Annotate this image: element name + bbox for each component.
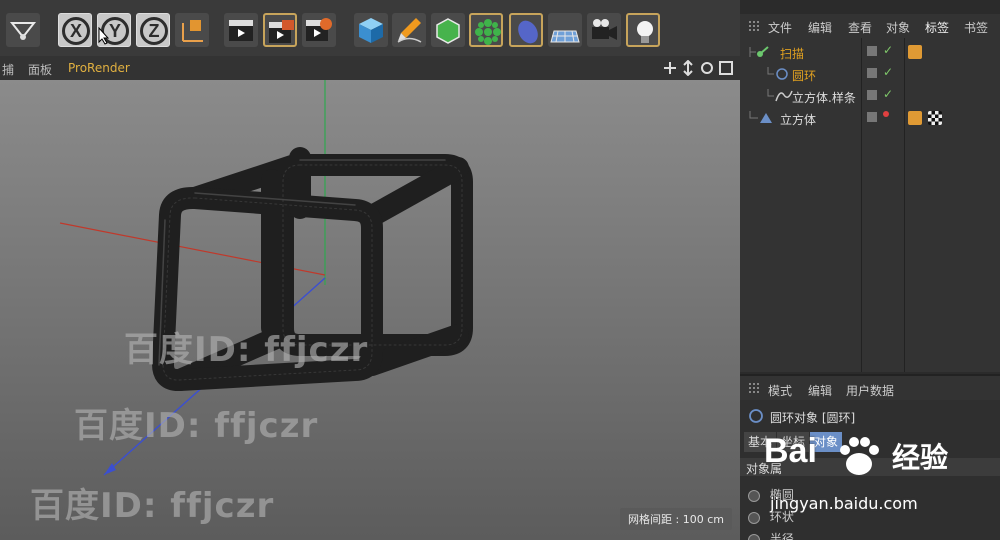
array-icon <box>475 19 501 45</box>
axis-z-button[interactable]: Z <box>136 13 170 47</box>
om-menu-bookmarks[interactable]: 书签 <box>964 19 988 36</box>
object-row-cube-spline[interactable]: 立方体.样条 ✓ <box>740 86 1000 106</box>
viewport-menu-item[interactable]: 捕 <box>2 61 14 78</box>
object-row-circle[interactable]: 圆环 ✓ <box>740 64 1000 84</box>
coordinate-system-button[interactable] <box>175 13 209 47</box>
z-axis-arrow-icon <box>104 463 116 475</box>
axis-z-icon: Z <box>140 17 168 45</box>
move-tool-button[interactable] <box>6 13 40 47</box>
om-menu-object[interactable]: 对象 <box>886 19 910 36</box>
floor-button[interactable] <box>548 13 582 47</box>
cinema4d-window: X Y Z 捕 面板 ProRender 百度ID: ffjczr 百度ID: … <box>0 0 1000 540</box>
subdivision-icon <box>436 18 460 44</box>
floor-icon <box>550 30 580 43</box>
cube-object-icon <box>749 111 772 123</box>
render-view-button[interactable] <box>224 13 258 47</box>
disabled-dot-icon[interactable] <box>883 111 889 117</box>
circle-object-icon <box>749 409 763 423</box>
array-button[interactable] <box>469 13 503 47</box>
watermark-text: 百度ID: ffjczr <box>124 330 369 370</box>
radio-icon[interactable] <box>748 533 760 540</box>
watermark-text: 百度ID: ffjczr <box>74 406 319 446</box>
main-toolbar: X Y Z <box>0 0 740 57</box>
radio-icon[interactable] <box>748 511 760 524</box>
viewport-menu-prorender[interactable]: ProRender <box>68 61 130 75</box>
pen-button[interactable] <box>392 13 426 47</box>
pen-icon <box>397 18 422 43</box>
om-menu-view[interactable]: 查看 <box>848 19 872 36</box>
enabled-check-icon[interactable]: ✓ <box>883 43 893 57</box>
material-tag-icon[interactable] <box>928 111 942 125</box>
spline-icon <box>767 89 793 102</box>
am-menu-edit[interactable]: 编辑 <box>808 382 832 399</box>
axis-x-icon: X <box>62 17 90 45</box>
object-manager-menu-bar: 文件 编辑 查看 对象 标签 书签 <box>740 14 1000 38</box>
circle-spline-icon <box>767 67 788 80</box>
render-picture-viewer-button[interactable] <box>263 13 297 47</box>
baidu-jingyan-watermark: Bai 经验 jingyan.baidu.com <box>762 432 992 522</box>
paw-icon <box>840 437 879 475</box>
object-name: 扫描 <box>780 47 805 61</box>
sweep-icon <box>749 46 769 57</box>
radio-icon[interactable] <box>748 489 760 502</box>
viewport-nav-icons[interactable] <box>662 60 736 76</box>
phong-tag-icon[interactable] <box>908 111 922 125</box>
grip-icon <box>749 21 759 31</box>
move-arrows-icon <box>9 22 37 40</box>
radio-label: 半径 <box>769 532 794 540</box>
object-manager: 扫描 ✓ 圆环 ✓ 立方体.样条 ✓ 立方体 <box>740 38 1000 372</box>
layer-icon[interactable] <box>867 46 877 56</box>
clapper-icon <box>229 20 253 41</box>
mouse-cursor-icon <box>98 27 110 45</box>
enabled-check-icon[interactable]: ✓ <box>883 65 893 79</box>
camera-button[interactable] <box>587 13 621 47</box>
om-menu-file[interactable]: 文件 <box>768 19 792 36</box>
grip-icon <box>749 383 759 393</box>
deformer-icon <box>518 20 538 44</box>
baidu-jingyan-word: 经验 <box>892 441 949 474</box>
camera-icon <box>592 19 617 40</box>
cube-button[interactable] <box>354 13 388 47</box>
baidu-logo: Bai <box>764 432 817 470</box>
watermark-text: 百度ID: ffjczr <box>30 486 275 526</box>
render-settings-icon <box>306 18 332 41</box>
layer-icon[interactable] <box>867 90 877 100</box>
light-button[interactable] <box>626 13 660 47</box>
light-bulb-icon <box>637 21 653 43</box>
deformer-button[interactable] <box>509 13 543 47</box>
phong-tag-icon[interactable] <box>908 45 922 59</box>
layer-icon[interactable] <box>867 112 877 122</box>
scene-render <box>59 80 473 476</box>
om-menu-tags[interactable]: 标签 <box>925 19 949 36</box>
attribute-manager-menu-bar: 模式 编辑 用户数据 <box>740 374 1000 400</box>
viewport-menu-panel[interactable]: 面板 <box>28 61 52 78</box>
object-row-sweep[interactable]: 扫描 ✓ <box>740 42 1000 62</box>
am-menu-mode[interactable]: 模式 <box>768 382 792 399</box>
layer-icon[interactable] <box>867 68 877 78</box>
subdivision-button[interactable] <box>431 13 465 47</box>
object-row-cube[interactable]: 立方体 <box>740 108 1000 128</box>
axis-x-button[interactable]: X <box>58 13 92 47</box>
baidu-url: jingyan.baidu.com <box>770 494 918 513</box>
object-name: 圆环 <box>792 69 817 83</box>
coordinate-system-icon <box>182 20 203 42</box>
attribute-title: 圆环对象 [圆环] <box>770 411 856 425</box>
cube-icon <box>359 18 383 43</box>
3d-viewport[interactable]: 百度ID: ffjczr 百度ID: ffjczr 百度ID: ffjczr 网… <box>0 80 740 540</box>
object-name: 立方体.样条 <box>792 91 856 105</box>
radio-row-radius[interactable]: 半径 <box>748 530 794 540</box>
enabled-check-icon[interactable]: ✓ <box>883 87 893 101</box>
render-settings-button[interactable] <box>302 13 336 47</box>
object-name: 立方体 <box>780 113 817 127</box>
viewport-menu-bar: 捕 面板 ProRender <box>0 56 740 80</box>
om-menu-edit[interactable]: 编辑 <box>808 19 832 36</box>
render-viewer-icon <box>269 20 294 43</box>
am-menu-userdata[interactable]: 用户数据 <box>846 382 894 399</box>
grid-spacing-label: 网格间距 : 100 cm <box>620 508 732 530</box>
